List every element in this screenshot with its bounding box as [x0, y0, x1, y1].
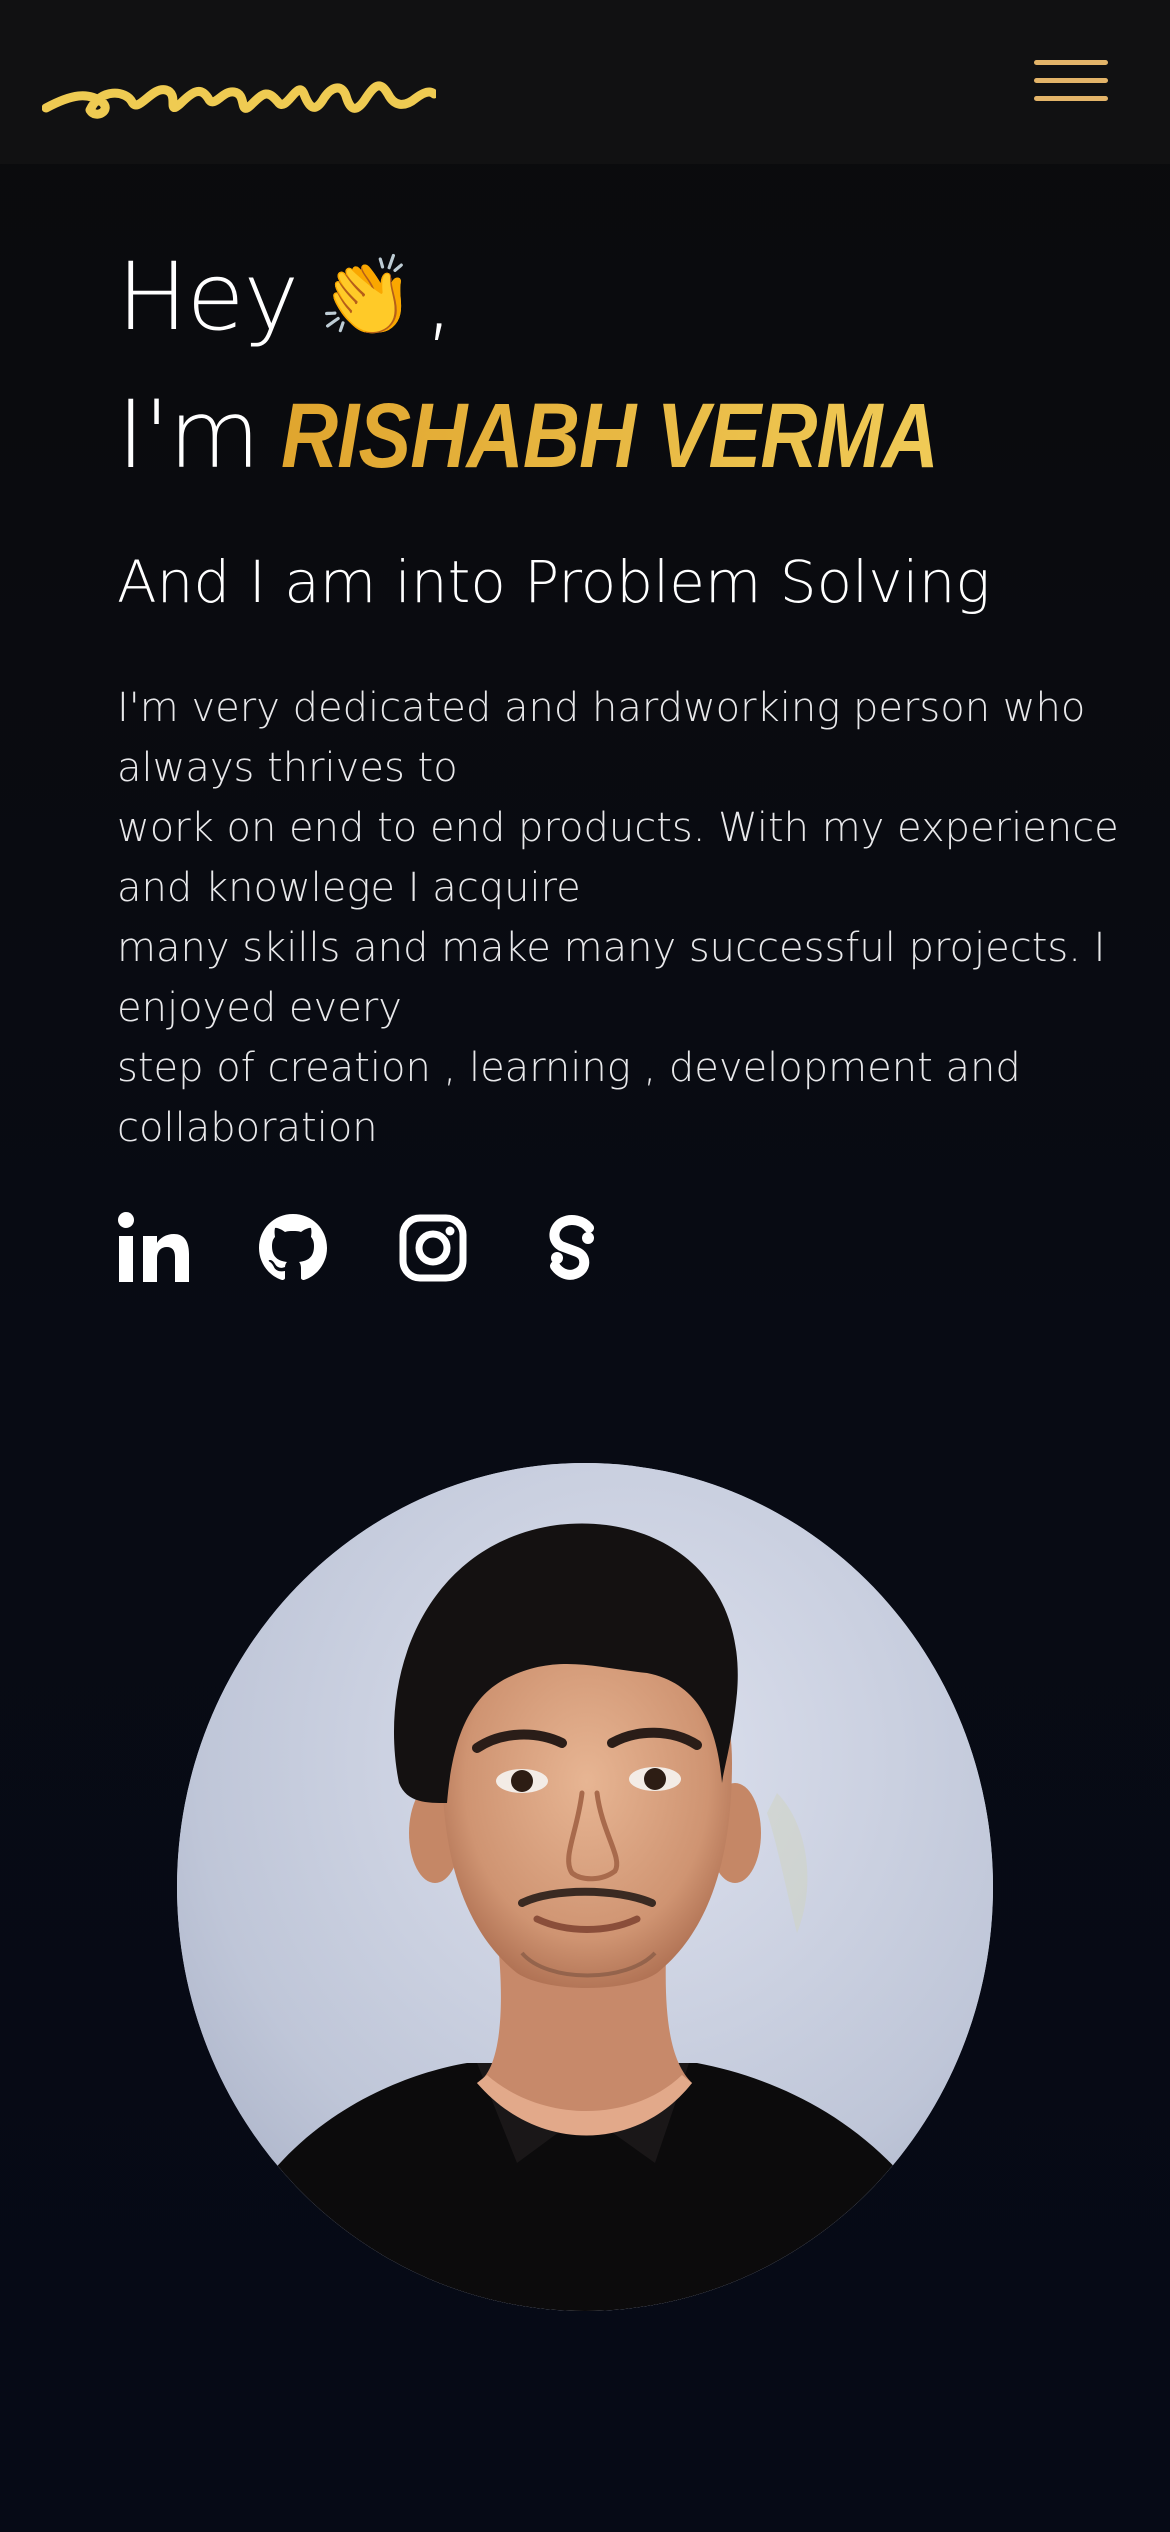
menu-bar — [1034, 60, 1108, 65]
instagram-icon[interactable] — [397, 1212, 469, 1284]
bio-line: I'm very dedicated and hardworking perso… — [117, 685, 1086, 731]
intro-line: I'm RISHABH VERMA — [117, 367, 1057, 505]
bio-paragraph: I'm very dedicated and hardworking perso… — [117, 678, 1119, 1158]
intro-prefix: I'm — [117, 381, 260, 490]
hero-name: RISHABH VERMA — [281, 367, 939, 505]
scrimba-icon[interactable] — [537, 1212, 609, 1284]
linkedin-icon[interactable] — [117, 1212, 189, 1284]
bio-line: step of creation , learning , developmen… — [117, 1045, 1021, 1091]
bio-line: collaboration — [117, 1105, 378, 1151]
hamburger-menu-icon[interactable] — [1030, 56, 1112, 112]
tagline: And I am into Problem Solving — [117, 548, 991, 616]
signature-logo[interactable] — [41, 64, 439, 128]
menu-bar — [1034, 78, 1108, 83]
bio-line: enjoyed every — [117, 985, 402, 1031]
bio-line: work on end to end products. With my exp… — [117, 805, 1119, 851]
github-icon[interactable] — [257, 1212, 329, 1284]
hero-heading: Hey 👏, I'm RISHABH VERMA — [117, 228, 1057, 505]
navbar — [0, 0, 1170, 164]
clapping-hands-icon: 👏 — [318, 252, 415, 342]
bio-line: many skills and make many successful pro… — [117, 925, 1106, 971]
profile-photo — [177, 1463, 993, 2311]
greeting-suffix: , — [424, 243, 454, 352]
greeting-text: Hey — [117, 243, 299, 352]
menu-bar — [1034, 96, 1108, 101]
bio-line: always thrives to — [117, 745, 458, 791]
bio-line: and knowlege I acquire — [117, 865, 581, 911]
greeting-line: Hey 👏, — [117, 228, 1057, 367]
